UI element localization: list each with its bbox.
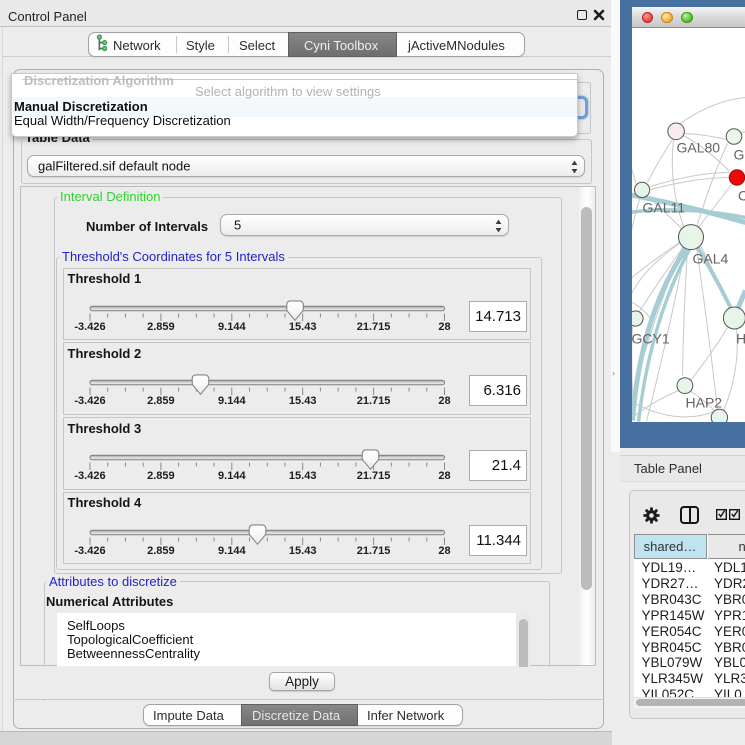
svg-text:C…: C… xyxy=(738,187,745,203)
svg-text:GAL11: GAL11 xyxy=(642,199,685,215)
svg-text:GAL80: GAL80 xyxy=(676,139,720,155)
svg-text:GCY1: GCY1 xyxy=(632,330,670,346)
svg-text:GAL4: GAL4 xyxy=(692,250,728,266)
svg-text:H: H xyxy=(736,330,745,346)
svg-text:G…: G… xyxy=(733,146,745,162)
svg-text:HAP2: HAP2 xyxy=(685,394,722,410)
